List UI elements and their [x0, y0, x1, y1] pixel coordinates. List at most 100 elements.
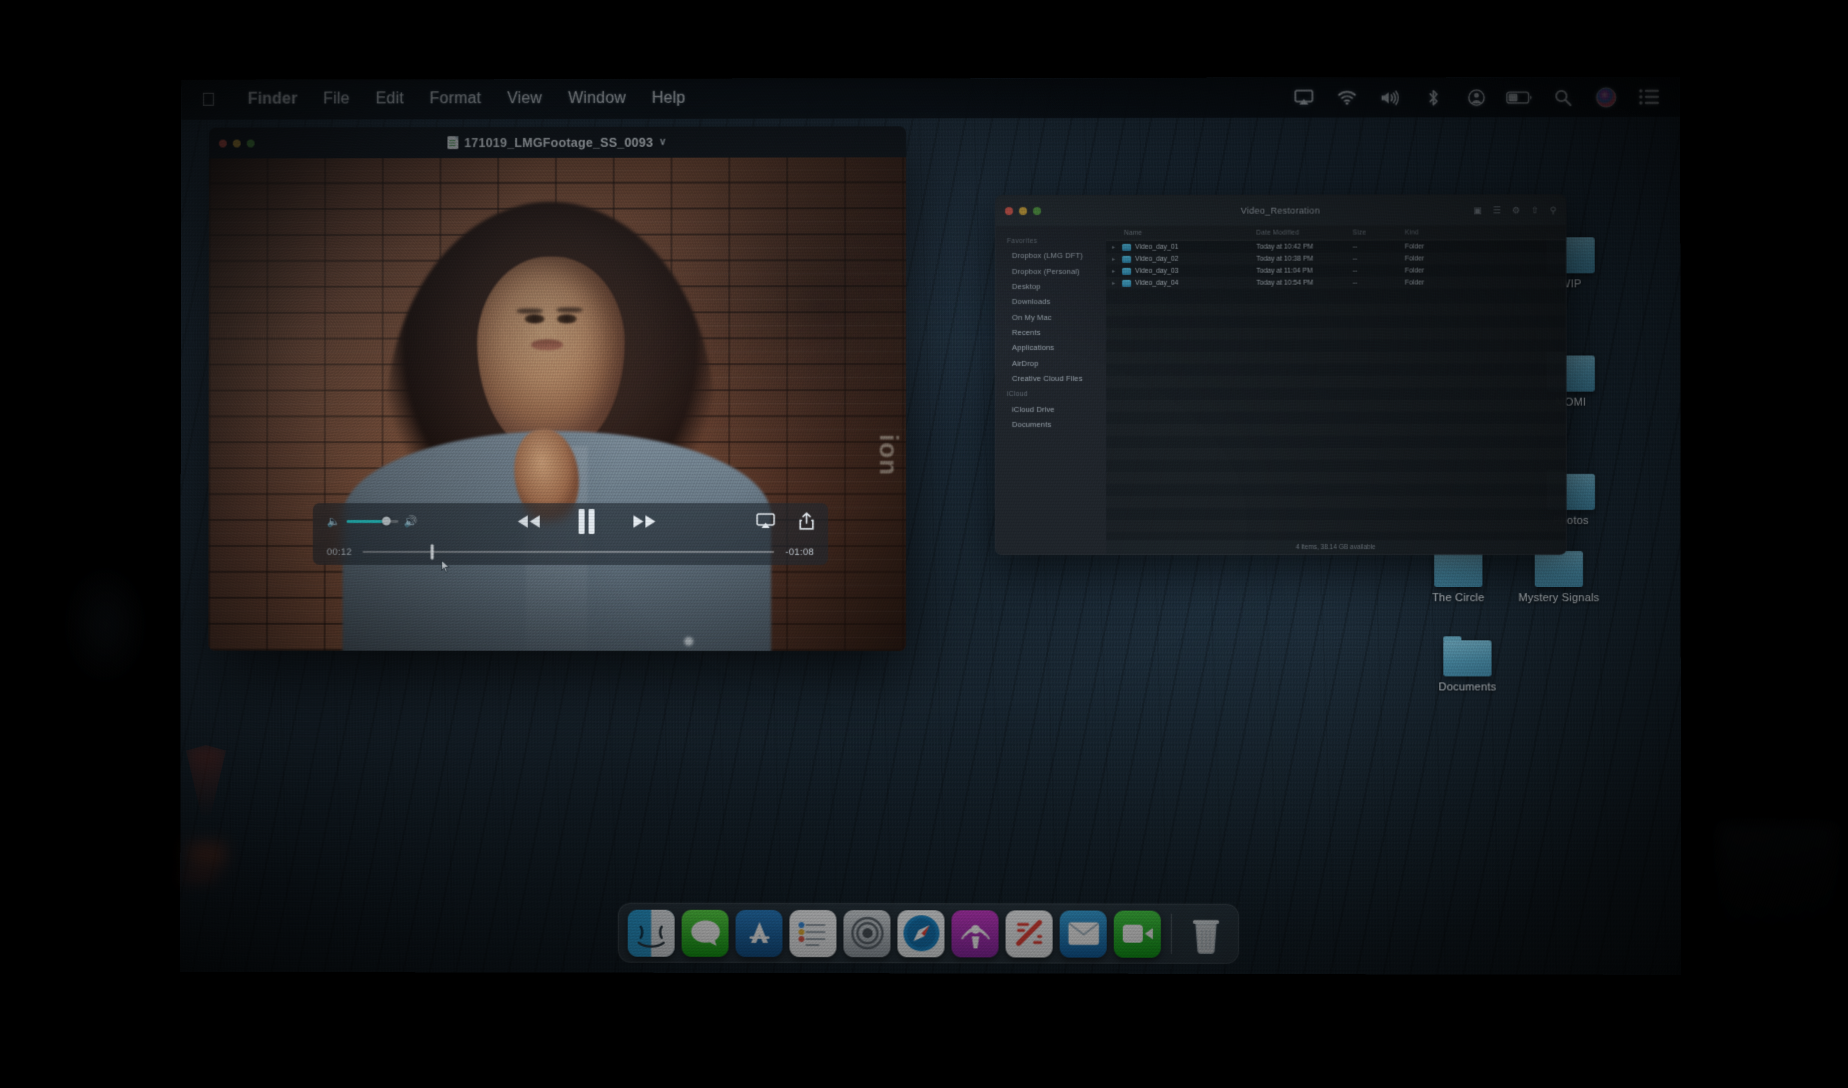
- dock-item-news[interactable]: [1005, 909, 1053, 958]
- dock-item-trash[interactable]: [1182, 910, 1229, 957]
- menu-item-file[interactable]: File: [310, 90, 362, 108]
- rewind-button[interactable]: [517, 514, 541, 529]
- menu-bar:  Finder File Edit Format View Window He…: [181, 76, 1681, 120]
- airplay-button[interactable]: [756, 513, 776, 529]
- chevron-down-icon[interactable]: ∨: [659, 137, 667, 148]
- desktop-icon-label: Documents: [1438, 681, 1497, 694]
- column-header-date-modified[interactable]: Date Modified: [1256, 229, 1352, 236]
- desktop-icon-the-circle[interactable]: The Circle: [1419, 551, 1497, 604]
- bluetooth-icon[interactable]: [1420, 86, 1446, 108]
- disclosure-icon[interactable]: ▸: [1112, 243, 1118, 250]
- sidebar-item-applications[interactable]: Applications: [996, 340, 1106, 355]
- menu-item-edit[interactable]: Edit: [363, 90, 417, 108]
- sidebar-item-icloud-drive[interactable]: iCloud Drive: [996, 401, 1106, 416]
- view-options-icon[interactable]: ▣: [1473, 205, 1482, 216]
- folder-icon: [1534, 551, 1584, 588]
- volume-slider[interactable]: [346, 516, 399, 526]
- volume-control[interactable]: 🔈 🔊: [327, 515, 418, 528]
- dock-item-reminders[interactable]: [789, 909, 837, 957]
- zoom-button[interactable]: [246, 138, 255, 147]
- file-name: Video_day_01: [1135, 243, 1179, 251]
- sidebar-item-dropbox-lmg[interactable]: Dropbox (LMG DFT): [996, 248, 1106, 264]
- window-controls: [218, 138, 255, 148]
- dock-item-finder[interactable]: [627, 909, 675, 957]
- volume-high-icon[interactable]: 🔊: [404, 515, 418, 528]
- folder-icon: [1122, 255, 1132, 263]
- minimize-button[interactable]: [232, 139, 241, 147]
- control-center-icon[interactable]: [1636, 86, 1662, 108]
- menu-item-window[interactable]: Window: [555, 90, 639, 108]
- fast-forward-button[interactable]: [633, 514, 657, 529]
- sidebar-item-desktop[interactable]: Desktop: [996, 279, 1106, 294]
- dock-item-safari[interactable]: [897, 909, 945, 957]
- sidebar-item-on-my-mac[interactable]: On My Mac: [996, 309, 1106, 324]
- action-icon[interactable]: ⚙: [1512, 205, 1520, 216]
- volume-icon[interactable]: [1377, 86, 1403, 108]
- desktop-icon-mystery-signals[interactable]: Mystery Signals: [1500, 551, 1619, 604]
- sidebar-item-documents[interactable]: Documents: [996, 417, 1106, 432]
- dock-item-facetime[interactable]: [1113, 910, 1161, 958]
- pause-button[interactable]: [577, 509, 597, 534]
- volume-slider-fill: [346, 519, 387, 523]
- file-kind: Folder: [1404, 279, 1425, 287]
- sidebar-section-header: Favorites: [1007, 237, 1038, 246]
- wifi-icon[interactable]: [1333, 86, 1359, 108]
- column-header-size[interactable]: Size: [1353, 229, 1405, 236]
- timeline-scrubber[interactable]: [362, 544, 775, 553]
- sidebar-item-downloads[interactable]: Downloads: [996, 294, 1106, 309]
- shirt-button: [684, 636, 694, 646]
- share-icon[interactable]: ⇧: [1531, 205, 1539, 216]
- sidebar-item-creative-cloud-files[interactable]: Creative Cloud Files: [996, 371, 1106, 386]
- file-size: --: [1352, 279, 1358, 287]
- search-icon[interactable]: [1549, 86, 1575, 108]
- menu-item-finder[interactable]: Finder: [235, 91, 311, 109]
- disclosure-icon[interactable]: ▸: [1112, 279, 1118, 286]
- dock-item-app-store[interactable]: [735, 909, 783, 957]
- dock-item-system-preferences[interactable]: [843, 909, 891, 957]
- disclosure-icon[interactable]: ▸: [1112, 267, 1118, 274]
- close-button[interactable]: [218, 139, 227, 148]
- user-account-icon[interactable]: [1463, 86, 1489, 108]
- scrubber-playhead[interactable]: [431, 544, 435, 560]
- menu-item-help[interactable]: Help: [639, 90, 699, 108]
- finder-window[interactable]: Video_Restoration ▣ ☰ ⚙ ⇧ ⚲ Favorites Dr…: [994, 194, 1567, 556]
- window-controls: [1004, 207, 1042, 216]
- volume-low-icon[interactable]: 🔈: [327, 515, 341, 528]
- menu-item-view[interactable]: View: [494, 90, 555, 108]
- battery-icon[interactable]: [1506, 86, 1532, 108]
- zoom-button[interactable]: [1033, 207, 1042, 216]
- table-row[interactable]: ▸ Video_day_03 Today at 11:04 PM -- Folde…: [1106, 264, 1566, 277]
- quicktime-player-window[interactable]: 171019_LMGFootage_SS_0093 ∨ ion 🔈 🔊 00:1…: [208, 126, 907, 652]
- finder-file-list[interactable]: Name Date Modified Size Kind ▸ Video_day_…: [1106, 225, 1566, 555]
- menu-item-format[interactable]: Format: [417, 90, 494, 108]
- sidebar-item-dropbox-personal[interactable]: Dropbox (Personal): [996, 263, 1106, 279]
- arrange-icon[interactable]: ☰: [1493, 205, 1501, 216]
- computer-screen:  Finder File Edit Format View Window He…: [180, 76, 1682, 975]
- column-header-kind[interactable]: Kind: [1405, 229, 1449, 236]
- remaining-time: -01:08: [785, 546, 815, 558]
- video-canvas[interactable]: ion 🔈 🔊 00:12 -01:08: [208, 157, 907, 652]
- siri-icon[interactable]: [1593, 86, 1619, 108]
- minimize-button[interactable]: [1019, 207, 1028, 216]
- search-icon[interactable]: ⚲: [1550, 205, 1557, 216]
- desktop-icon-documents[interactable]: Documents: [1419, 640, 1516, 693]
- sidebar-section-header: iCloud: [1007, 391, 1028, 399]
- disclosure-icon[interactable]: ▸: [1112, 255, 1118, 262]
- file-date: Today at 10:54 PM: [1256, 279, 1314, 287]
- table-row[interactable]: ▸ Video_day_01 Today at 10:42 PM -- Folde…: [1106, 240, 1566, 253]
- apple-menu-icon[interactable]: : [195, 89, 221, 110]
- dock-item-messages[interactable]: [681, 909, 729, 957]
- table-row[interactable]: ▸ Video_day_02 Today at 10:38 PM -- Folde…: [1106, 252, 1566, 265]
- column-header-name[interactable]: Name: [1106, 229, 1256, 236]
- sidebar-item-airdrop[interactable]: AirDrop: [996, 356, 1106, 371]
- close-button[interactable]: [1004, 207, 1013, 216]
- sidebar-item-recents[interactable]: Recents: [996, 325, 1106, 340]
- dock-item-mail[interactable]: [1059, 909, 1107, 958]
- airplay-icon[interactable]: [1290, 87, 1316, 109]
- elapsed-time: 00:12: [326, 546, 352, 558]
- volume-slider-knob[interactable]: [382, 516, 392, 526]
- share-button[interactable]: [799, 512, 815, 530]
- table-row[interactable]: ▸ Video_day_04 Today at 10:54 PM -- Folde…: [1106, 276, 1566, 289]
- dock-item-podcasts[interactable]: [951, 909, 999, 957]
- room-reflection-right: [1718, 824, 1838, 1034]
